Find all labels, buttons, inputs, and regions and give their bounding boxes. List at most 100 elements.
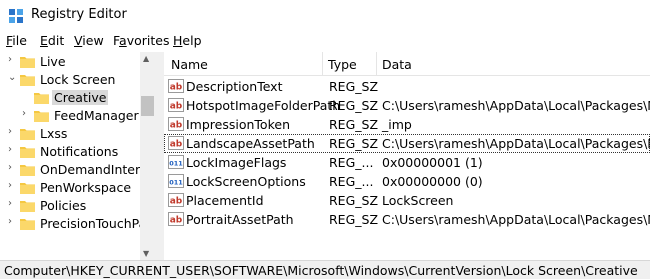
menu-favorites-rest: vorites	[126, 33, 170, 48]
chevron-right-icon[interactable]: ›	[8, 198, 18, 209]
chevron-down-icon[interactable]: ⌄	[8, 72, 18, 83]
svg-text:ab: ab	[170, 140, 183, 150]
value-row[interactable]: 011 LockImageFlags REG_... 0x00000001 (1)	[164, 153, 650, 172]
column-header-name[interactable]: Name	[171, 57, 208, 72]
folder-icon	[20, 129, 35, 140]
column-header-data[interactable]: Data	[382, 57, 412, 72]
menu-file[interactable]: File	[6, 33, 27, 48]
menu-file-rest: ile	[12, 33, 27, 48]
pane-splitter[interactable]	[155, 52, 164, 260]
folder-icon	[20, 57, 35, 68]
folder-icon	[20, 201, 35, 212]
window-title: Registry Editor	[31, 7, 127, 22]
value-type: REG_SZ	[329, 79, 379, 94]
tree-scrollbar[interactable]: ▲ ▼	[140, 52, 155, 260]
value-data: LockScreen	[382, 193, 454, 208]
folder-icon	[20, 165, 35, 176]
menu-favorites-mnemonic: a	[119, 33, 127, 48]
tree-item[interactable]: › Live	[0, 53, 140, 71]
tree-item-label: PenWorkspace	[40, 180, 132, 195]
value-row[interactable]: ab LandscapeAssetPath REG_SZ C:\Users\rames…	[164, 134, 650, 153]
tree-item-label: FeedManager	[54, 108, 139, 123]
column-divider[interactable]	[322, 52, 323, 76]
scroll-up-arrow-icon[interactable]: ▲	[143, 54, 149, 63]
column-divider[interactable]	[376, 52, 377, 76]
value-row[interactable]: 011 LockScreenOptions REG_... 0x00000000 (0…	[164, 172, 650, 191]
value-row[interactable]: ab PlacementId REG_SZ LockScreen	[164, 191, 650, 210]
chevron-right-icon[interactable]: ›	[8, 126, 18, 137]
value-type: REG_SZ	[329, 98, 379, 113]
value-name: PortraitAssetPath	[186, 212, 294, 227]
column-header-type[interactable]: Type	[328, 57, 357, 72]
tree-item[interactable]: › PrecisionTouchPa	[0, 215, 146, 233]
chevron-right-icon[interactable]: ›	[8, 162, 18, 173]
value-name: HotspotImageFolderPath	[186, 98, 341, 113]
value-type: REG_SZ	[329, 117, 379, 132]
folder-icon	[20, 183, 35, 194]
tree-item[interactable]: ⌄ Lock Screen	[0, 71, 140, 89]
scroll-thumb[interactable]	[141, 96, 154, 116]
value-row[interactable]: ab DescriptionText REG_SZ	[164, 77, 650, 96]
key-tree[interactable]: › Live ⌄ Lock Screen Creative › FeedManager › Lx…	[0, 52, 155, 260]
menu-view[interactable]: View	[74, 33, 104, 48]
key-path: Computer\HKEY_CURRENT_USER\SOFTWARE\Micr…	[4, 263, 638, 278]
folder-icon	[20, 147, 35, 158]
tree-item[interactable]: › PenWorkspace	[0, 179, 140, 197]
svg-text:ab: ab	[170, 83, 183, 93]
svg-text:ab: ab	[170, 216, 183, 226]
string-value-icon: ab	[168, 79, 184, 93]
string-value-icon: ab	[168, 117, 184, 131]
tree-item[interactable]: › Policies	[0, 197, 140, 215]
string-value-icon: ab	[168, 212, 184, 226]
chevron-right-icon[interactable]: ›	[8, 216, 18, 227]
menu-favorites[interactable]: Favorites	[113, 33, 169, 48]
folder-icon	[20, 75, 35, 86]
value-row[interactable]: ab HotspotImageFolderPath REG_SZ C:\Users\r…	[164, 96, 650, 115]
value-name: LandscapeAssetPath	[186, 136, 315, 151]
folder-icon	[34, 93, 49, 104]
svg-text:011: 011	[169, 179, 183, 187]
value-data: 0x00000001 (1)	[382, 155, 483, 170]
tree-item[interactable]: › Lxss	[0, 125, 140, 143]
values-list[interactable]: Name Type Data ab DescriptionText REG_SZ ab…	[164, 52, 650, 260]
tree-item[interactable]: › Notifications	[0, 143, 140, 161]
chevron-right-icon[interactable]: ›	[8, 144, 18, 155]
value-name: ImpressionToken	[186, 117, 290, 132]
svg-text:011: 011	[169, 160, 183, 168]
scroll-down-arrow-icon[interactable]: ▼	[143, 249, 149, 258]
title-bar: Registry Editor	[0, 0, 650, 31]
menu-help[interactable]: Help	[173, 33, 202, 48]
tree-item[interactable]: Creative	[0, 89, 140, 107]
chevron-right-icon[interactable]: ›	[8, 180, 18, 191]
value-data: _imp	[382, 117, 412, 132]
svg-text:ab: ab	[170, 121, 183, 131]
value-name: DescriptionText	[186, 79, 283, 94]
tree-item[interactable]: › OnDemandInterfa	[0, 161, 152, 179]
tree-item-label: Creative	[52, 90, 109, 105]
menu-bar: File Edit View Favorites Help	[0, 31, 650, 52]
list-header: Name Type Data	[164, 52, 650, 76]
value-data: C:\Users\ramesh\AppData\Local\Packages\M…	[382, 98, 650, 113]
value-data: C:\Users\ramesh\AppData\Local\Packages\M…	[382, 212, 650, 227]
value-row[interactable]: ab ImpressionToken REG_SZ _imp	[164, 115, 650, 134]
menu-edit[interactable]: Edit	[40, 33, 64, 48]
value-name: LockImageFlags	[186, 155, 287, 170]
chevron-right-icon[interactable]: ›	[22, 108, 32, 119]
svg-text:ab: ab	[170, 197, 183, 207]
chevron-right-icon[interactable]: ›	[8, 54, 18, 65]
value-data: 0x00000000 (0)	[382, 174, 483, 189]
value-type: REG_SZ	[329, 136, 379, 151]
string-value-icon: ab	[168, 98, 184, 112]
tree-item[interactable]: › FeedManager	[0, 107, 140, 125]
binary-value-icon: 011	[168, 174, 184, 188]
menu-help-rest: elp	[182, 33, 202, 48]
tree-item-label: Notifications	[40, 144, 119, 159]
folder-icon	[20, 219, 35, 230]
value-row[interactable]: ab PortraitAssetPath REG_SZ C:\Users\ramesh…	[164, 210, 650, 229]
value-data: C:\Users\ramesh\AppData\Local\Packages\M…	[382, 136, 650, 151]
value-name: PlacementId	[186, 193, 264, 208]
svg-text:ab: ab	[170, 102, 183, 112]
menu-help-mnemonic: H	[173, 33, 183, 48]
value-type: REG_SZ	[329, 193, 379, 208]
binary-value-icon: 011	[168, 155, 184, 169]
